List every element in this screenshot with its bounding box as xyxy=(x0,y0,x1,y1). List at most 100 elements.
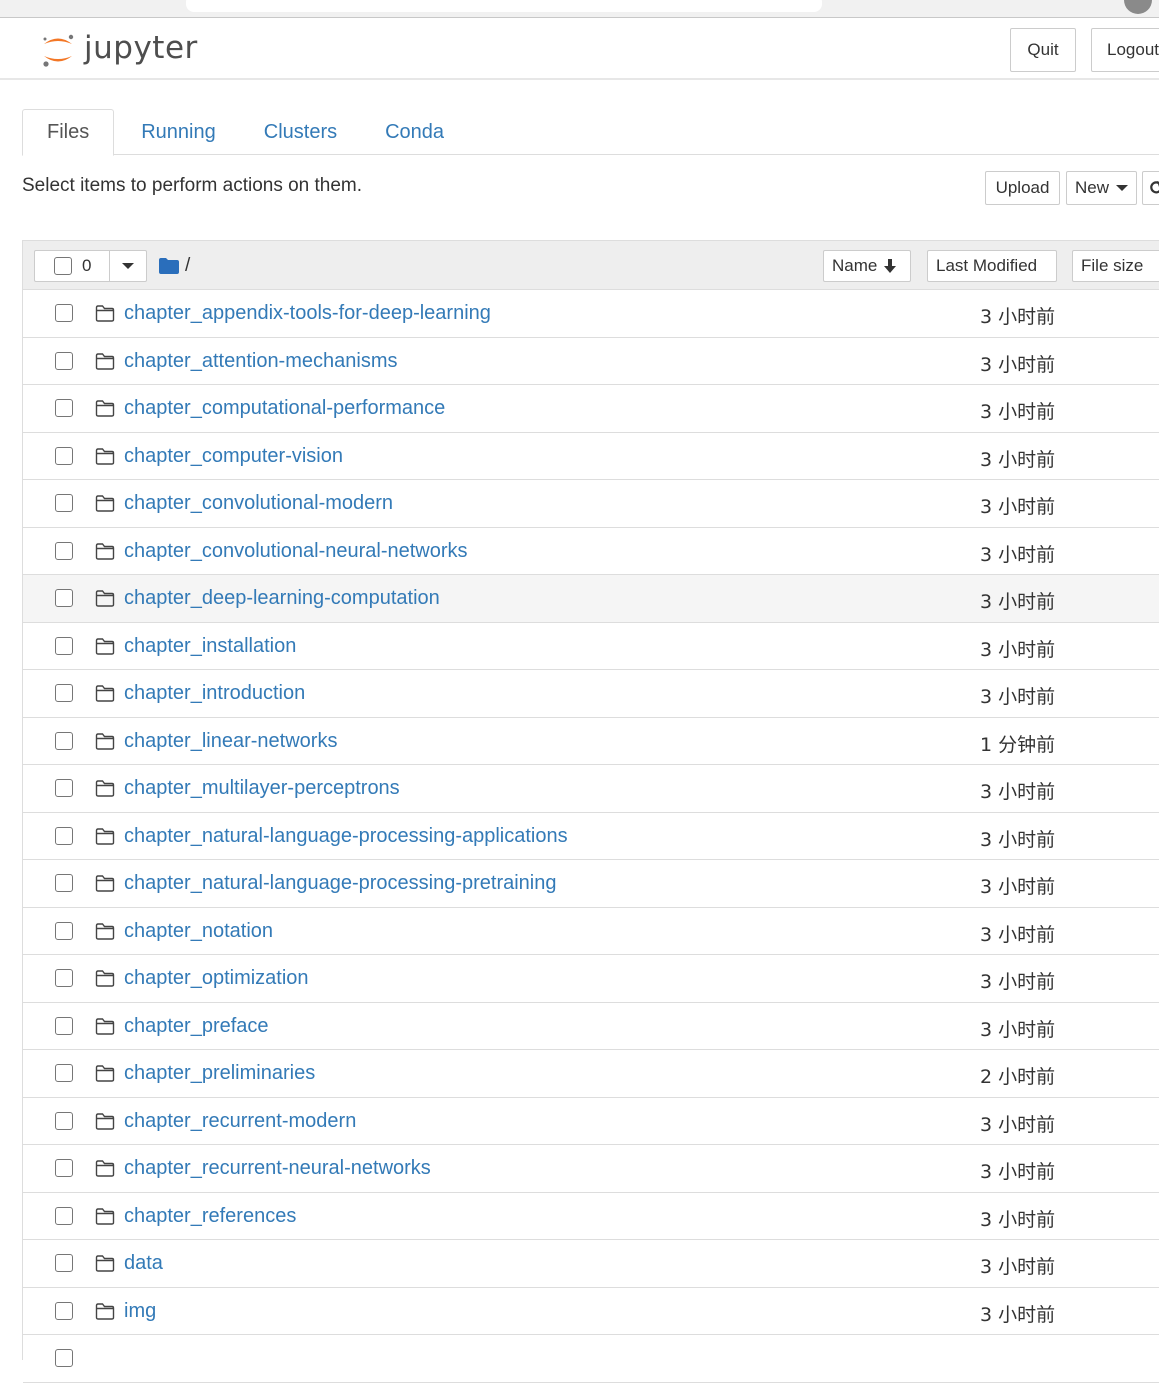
list-item[interactable]: data 3 小时前 xyxy=(23,1240,1159,1288)
breadcrumb-root[interactable]: / xyxy=(185,255,190,277)
row-checkbox[interactable] xyxy=(55,589,73,607)
select-menu-button[interactable] xyxy=(110,251,146,281)
row-checkbox[interactable] xyxy=(55,351,73,370)
list-item[interactable]: chapter_installation 3 小时前 xyxy=(23,622,1159,670)
new-dropdown-button[interactable]: New xyxy=(1066,171,1137,205)
folder-icon xyxy=(95,495,115,512)
row-checkbox[interactable] xyxy=(55,1016,73,1035)
row-checkbox[interactable] xyxy=(55,684,73,702)
jupyter-logo[interactable]: jupyter xyxy=(40,28,198,72)
item-link[interactable]: chapter_preliminaries xyxy=(124,1062,315,1085)
list-item[interactable]: chapter_introduction 3 小时前 xyxy=(23,670,1159,718)
folder-icon[interactable] xyxy=(159,258,179,274)
item-link[interactable]: chapter_multilayer-perceptrons xyxy=(124,777,400,800)
item-link[interactable]: chapter_recurrent-modern xyxy=(124,1110,356,1133)
list-item[interactable]: chapter_attention-mechanisms 3 小时前 xyxy=(23,337,1159,385)
folder-icon xyxy=(95,542,115,560)
item-link[interactable]: chapter_installation xyxy=(124,635,296,658)
row-checkbox[interactable] xyxy=(55,636,73,655)
refresh-icon xyxy=(1150,181,1159,194)
row-checkbox[interactable] xyxy=(55,1301,73,1320)
select-all-toggle[interactable]: 0 xyxy=(35,251,110,281)
item-last-modified: 3 小时前 xyxy=(980,781,1056,803)
row-checkbox[interactable] xyxy=(55,541,73,560)
item-link[interactable]: chapter_convolutional-neural-networks xyxy=(124,540,468,563)
item-link[interactable]: chapter_references xyxy=(124,1205,296,1228)
item-link[interactable]: chapter_natural-language-processing-appl… xyxy=(124,825,568,848)
tab-bar: Files Running Clusters Conda xyxy=(22,109,1159,156)
row-checkbox[interactable] xyxy=(55,779,73,797)
list-item[interactable]: chapter_recurrent-modern 3 小时前 xyxy=(23,1097,1159,1145)
profile-avatar[interactable] xyxy=(1124,0,1152,14)
row-checkbox[interactable] xyxy=(55,1349,73,1367)
row-checkbox[interactable] xyxy=(55,399,73,417)
item-link[interactable]: chapter_attention-mechanisms xyxy=(124,350,397,373)
row-checkbox[interactable] xyxy=(55,446,73,465)
row-checkbox[interactable] xyxy=(55,1159,73,1177)
item-link[interactable]: chapter_preface xyxy=(124,1015,269,1038)
row-checkbox[interactable] xyxy=(55,1254,73,1272)
item-last-modified: 3 小时前 xyxy=(980,448,1056,471)
list-item-clipped[interactable] xyxy=(23,1335,1159,1383)
item-link[interactable]: img xyxy=(124,1300,156,1323)
list-item[interactable]: chapter_optimization 3 小时前 xyxy=(23,955,1159,1003)
row-checkbox[interactable] xyxy=(55,1206,73,1225)
item-link[interactable]: chapter_computational-performance xyxy=(124,397,445,420)
list-item[interactable]: chapter_convolutional-neural-networks 3 … xyxy=(23,527,1159,575)
item-link[interactable]: chapter_introduction xyxy=(124,682,305,705)
address-bar[interactable] xyxy=(186,0,822,12)
row-checkbox[interactable] xyxy=(55,731,73,750)
row-checkbox[interactable] xyxy=(55,1064,73,1082)
row-checkbox[interactable] xyxy=(55,304,73,322)
item-link[interactable]: chapter_optimization xyxy=(124,967,309,990)
item-link[interactable]: chapter_appendix-tools-for-deep-learning xyxy=(124,302,491,325)
tab-conda[interactable]: Conda xyxy=(361,109,468,155)
list-item[interactable]: chapter_linear-networks 1 分钟前 xyxy=(23,717,1159,765)
row-checkbox[interactable] xyxy=(55,969,73,987)
tab-files[interactable]: Files xyxy=(22,109,115,156)
sort-by-name-button[interactable]: Name xyxy=(823,250,911,282)
folder-icon xyxy=(95,732,115,750)
row-checkbox[interactable] xyxy=(55,1111,73,1130)
upload-button[interactable]: Upload xyxy=(985,171,1060,205)
select-all-checkbox[interactable] xyxy=(54,257,72,275)
quit-button[interactable]: Quit xyxy=(1010,28,1076,72)
row-checkbox[interactable] xyxy=(55,494,73,512)
list-item[interactable]: chapter_convolutional-modern 3 小时前 xyxy=(23,480,1159,528)
item-link[interactable]: chapter_linear-networks xyxy=(124,730,337,753)
tab-clusters[interactable]: Clusters xyxy=(240,109,361,155)
item-link[interactable]: chapter_computer-vision xyxy=(124,445,343,468)
file-list: 0 / Name Last Modified File size chapter… xyxy=(22,240,1159,1383)
list-item[interactable]: chapter_natural-language-processing-appl… xyxy=(23,812,1159,860)
item-link[interactable]: chapter_deep-learning-computation xyxy=(124,587,440,610)
list-item[interactable]: chapter_deep-learning-computation 3 小时前 xyxy=(23,575,1159,623)
item-link[interactable]: chapter_notation xyxy=(124,920,273,943)
sort-by-modified-button[interactable]: Last Modified xyxy=(927,250,1057,282)
list-item[interactable]: chapter_computer-vision 3 小时前 xyxy=(23,432,1159,480)
list-item[interactable]: chapter_preliminaries 2 小时前 xyxy=(23,1050,1159,1098)
list-item[interactable]: chapter_notation 3 小时前 xyxy=(23,907,1159,955)
list-item[interactable]: chapter_appendix-tools-for-deep-learning… xyxy=(23,290,1159,338)
row-checkbox[interactable] xyxy=(55,874,73,892)
tab-running[interactable]: Running xyxy=(114,109,240,155)
refresh-button[interactable] xyxy=(1142,171,1159,205)
item-link[interactable]: chapter_recurrent-neural-networks xyxy=(124,1157,431,1180)
item-last-modified: 3 小时前 xyxy=(980,1161,1056,1183)
list-item[interactable]: chapter_computational-performance 3 小时前 xyxy=(23,385,1159,433)
list-item[interactable]: img 3 小时前 xyxy=(23,1287,1159,1335)
item-link[interactable]: data xyxy=(124,1252,163,1275)
item-link[interactable]: chapter_natural-language-processing-pret… xyxy=(124,872,557,895)
logout-button[interactable]: Logout xyxy=(1091,28,1159,72)
list-item[interactable]: chapter_references 3 小时前 xyxy=(23,1192,1159,1240)
row-checkbox[interactable] xyxy=(55,826,73,845)
list-item[interactable]: chapter_preface 3 小时前 xyxy=(23,1002,1159,1050)
caret-down-icon xyxy=(122,263,134,269)
list-item[interactable]: chapter_multilayer-perceptrons 3 小时前 xyxy=(23,765,1159,813)
list-item[interactable]: chapter_natural-language-processing-pret… xyxy=(23,860,1159,908)
folder-icon xyxy=(95,1065,115,1082)
list-item[interactable]: chapter_recurrent-neural-networks 3 小时前 xyxy=(23,1145,1159,1193)
row-checkbox[interactable] xyxy=(55,921,73,940)
item-link[interactable]: chapter_convolutional-modern xyxy=(124,492,393,515)
item-last-modified: 1 分钟前 xyxy=(980,733,1056,756)
sort-by-size-button[interactable]: File size xyxy=(1072,250,1159,282)
